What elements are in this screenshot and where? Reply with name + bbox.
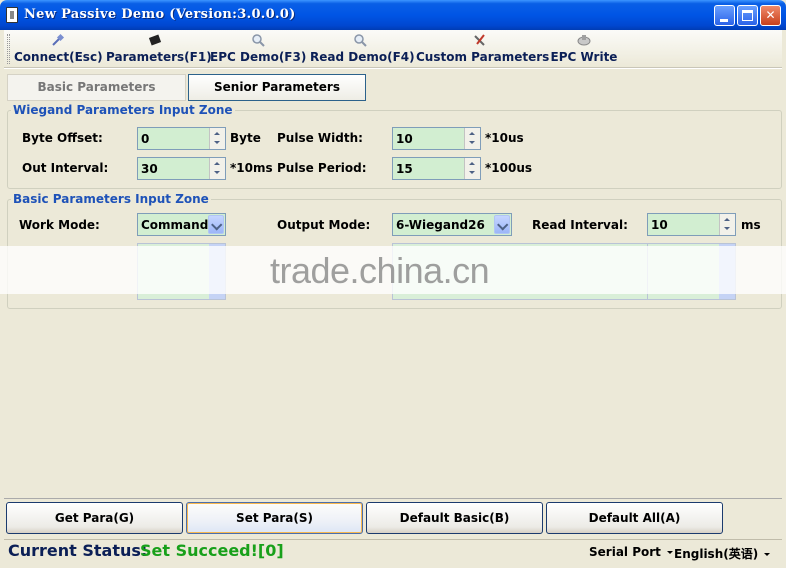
out-interval-unit: *10ms: [230, 161, 273, 175]
chip-icon: [148, 34, 162, 46]
output-mode-select[interactable]: 6-Wiegand26: [392, 213, 512, 236]
read-demo-label: Read Demo(F4): [310, 50, 415, 64]
custom-parameters-button[interactable]: Custom Parameters: [416, 32, 550, 66]
epc-demo-label: EPC Demo(F3): [210, 50, 307, 64]
read-interval-value: 10: [651, 218, 668, 232]
spin-up-icon[interactable]: [469, 162, 475, 165]
chevron-down-icon[interactable]: [494, 215, 510, 234]
title-bar[interactable]: New Passive Demo (Version:3.0.0.0) ✕: [0, 0, 786, 30]
pulse-width-input[interactable]: 10: [392, 127, 481, 150]
byte-offset-unit: Byte: [230, 131, 261, 145]
pulse-period-unit: *100us: [485, 161, 533, 175]
write-icon: [577, 35, 591, 46]
pulse-period-label: Pulse Period:: [277, 161, 367, 175]
toolbar-grip[interactable]: [7, 34, 10, 64]
out-interval-label: Out Interval:: [22, 161, 109, 175]
default-all-button[interactable]: Default All(A): [546, 502, 723, 534]
tab-basic-parameters[interactable]: Basic Parameters: [7, 74, 186, 101]
byte-offset-value: 0: [141, 132, 150, 146]
tab-senior-parameters[interactable]: Senior Parameters: [188, 74, 366, 101]
out-interval-value: 30: [141, 162, 158, 176]
magnifier-icon: [354, 34, 367, 47]
custom-parameters-label: Custom Parameters: [416, 50, 550, 64]
read-interval-input[interactable]: 10: [647, 213, 736, 236]
minimize-button[interactable]: [714, 5, 735, 26]
set-para-button[interactable]: Set Para(S): [186, 502, 363, 534]
caret-down-icon: [764, 553, 771, 556]
spin-down-icon[interactable]: [469, 141, 475, 144]
caret-down-icon: [666, 551, 673, 554]
byte-offset-spinner[interactable]: [209, 128, 225, 149]
close-button[interactable]: ✕: [760, 5, 781, 26]
spin-up-icon[interactable]: [214, 162, 220, 165]
work-mode-select[interactable]: Command: [137, 213, 226, 236]
watermark: trade.china.cn: [270, 250, 490, 291]
byte-offset-label: Byte Offset:: [22, 131, 103, 145]
epc-write-button[interactable]: EPC Write: [548, 32, 620, 66]
serial-port-dropdown[interactable]: Serial Port: [589, 545, 673, 559]
default-basic-button[interactable]: Default Basic(B): [366, 502, 543, 534]
wiegand-group-title: Wiegand Parameters Input Zone: [11, 103, 235, 117]
spin-up-icon[interactable]: [214, 132, 220, 135]
status-value: Set Succeed![0]: [140, 541, 284, 560]
spin-down-icon[interactable]: [214, 171, 220, 174]
pulse-period-spinner[interactable]: [464, 158, 480, 179]
epc-demo-button[interactable]: EPC Demo(F3): [210, 32, 306, 66]
magnifier-icon: [252, 34, 265, 47]
pulse-width-label: Pulse Width:: [277, 131, 363, 145]
language-dropdown[interactable]: English(英语): [674, 545, 771, 562]
connect-label: Connect(Esc): [14, 50, 103, 64]
read-interval-spinner[interactable]: [719, 214, 735, 235]
spin-up-icon[interactable]: [469, 132, 475, 135]
window-title: New Passive Demo (Version:3.0.0.0): [24, 7, 296, 22]
spin-down-icon[interactable]: [724, 227, 730, 230]
pulse-period-value: 15: [396, 162, 413, 176]
chevron-down-icon[interactable]: [208, 215, 224, 234]
read-interval-unit: ms: [741, 218, 761, 232]
parameters-label: Parameters(F1): [106, 50, 212, 64]
pulse-width-value: 10: [396, 132, 413, 146]
connect-plug-icon: [52, 33, 65, 46]
spin-down-icon[interactable]: [214, 141, 220, 144]
tools-icon: [474, 34, 485, 46]
epc-write-label: EPC Write: [550, 50, 618, 64]
app-icon: [6, 7, 18, 23]
close-icon: ✕: [765, 8, 776, 22]
spin-down-icon[interactable]: [469, 171, 475, 174]
pulse-width-spinner[interactable]: [464, 128, 480, 149]
maximize-icon: [742, 10, 753, 21]
byte-offset-input[interactable]: 0: [137, 127, 226, 150]
pulse-period-input[interactable]: 15: [392, 157, 481, 180]
connect-button[interactable]: Connect(Esc): [14, 32, 103, 66]
spin-up-icon[interactable]: [724, 218, 730, 221]
maximize-button[interactable]: [737, 5, 758, 26]
out-interval-spinner[interactable]: [209, 158, 225, 179]
basic-group-title: Basic Parameters Input Zone: [11, 192, 211, 206]
serial-port-label: Serial Port: [589, 545, 661, 559]
pulse-width-unit: *10us: [485, 131, 524, 145]
status-label: Current Status:: [8, 541, 148, 560]
minimize-icon: [720, 19, 728, 22]
out-interval-input[interactable]: 30: [137, 157, 226, 180]
output-mode-label: Output Mode:: [277, 218, 371, 232]
read-demo-button[interactable]: Read Demo(F4): [310, 32, 415, 66]
work-mode-value: Command: [141, 218, 209, 232]
read-interval-label: Read Interval:: [532, 218, 628, 232]
toolbar: Connect(Esc) Parameters(F1) EPC Demo(F3)…: [4, 30, 782, 68]
parameters-button[interactable]: Parameters(F1): [106, 32, 212, 66]
get-para-button[interactable]: Get Para(G): [6, 502, 183, 534]
work-mode-label: Work Mode:: [19, 218, 100, 232]
language-label: English(英语): [674, 547, 759, 561]
output-mode-value: 6-Wiegand26: [396, 218, 485, 232]
